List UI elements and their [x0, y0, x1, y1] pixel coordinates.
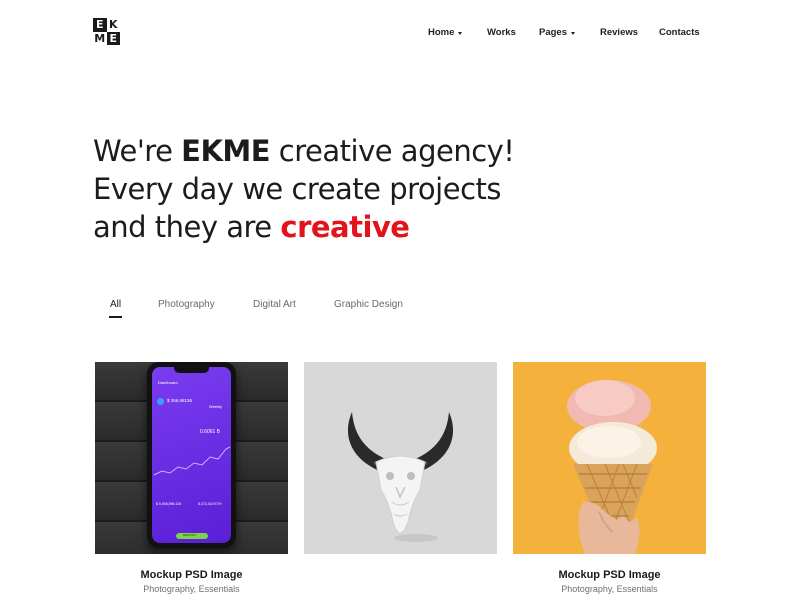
hero-text: creative agency! [270, 134, 515, 168]
nav-item-label: Reviews [600, 27, 639, 38]
phone-notch [174, 367, 209, 373]
phone-device: Dashboard $ 356,68136 Weekly 0.6061 B $ … [147, 362, 236, 548]
filter-digital-art[interactable]: Digital Art [253, 299, 296, 310]
screen-foot-right: 8,472,419 ETH [198, 502, 222, 506]
nav-item-works[interactable]: Works [487, 27, 516, 38]
ice-cream-graphic [567, 380, 657, 554]
nav-item-label: Works [487, 27, 516, 38]
portfolio-card[interactable]: Dashboard $ 356,68136 Weekly 0.6061 B $ … [95, 362, 288, 594]
ice-cream-image[interactable] [513, 362, 706, 554]
nav-item-label: Pages [539, 27, 567, 38]
nav-item-home[interactable]: Home [428, 27, 463, 38]
coin-icon [157, 398, 164, 405]
deposit-label: DEPOSIT [183, 533, 197, 537]
screen-stat: 0.6061 B [200, 429, 221, 435]
bull-skull-graphic [347, 412, 454, 542]
portfolio-card[interactable] [304, 362, 497, 554]
portfolio-card[interactable]: Mockup PSD Image Photography, Essentials [513, 362, 706, 594]
hero-brand-name: EKME [181, 134, 271, 168]
hero-accent-word: creative [280, 210, 410, 244]
nav-item-label: Home [428, 27, 455, 38]
screen-foot-left: $ 5,065,596.105 [156, 502, 182, 506]
chevron-down-icon [458, 31, 463, 35]
chevron-down-icon [571, 31, 575, 35]
card-categories: Photography, Essentials [143, 584, 240, 594]
filter-all[interactable]: All [110, 299, 121, 310]
screen-amount: $ 356,68136 [167, 398, 193, 403]
bull-skull-image[interactable] [304, 362, 497, 554]
screen-header: Dashboard [158, 380, 178, 385]
filter-photography[interactable]: Photography [158, 299, 215, 310]
nav-item-contacts[interactable]: Contacts [659, 27, 700, 38]
phone-mockup-image[interactable]: Dashboard $ 356,68136 Weekly 0.6061 B $ … [95, 362, 288, 554]
active-filter-indicator [109, 316, 122, 318]
phone-screen: Dashboard $ 356,68136 Weekly 0.6061 B $ … [152, 367, 231, 543]
line-chart-graphic [153, 446, 231, 476]
nav-item-pages[interactable]: Pages [539, 27, 575, 38]
screen-period: Weekly [209, 404, 223, 409]
card-title[interactable]: Mockup PSD Image [95, 569, 288, 581]
hero-line-2: Every day we create projects [93, 172, 502, 206]
hero-heading: We're EKME creative agency! Every day we… [93, 132, 653, 246]
main-nav: Home Works Pages Reviews Contacts [0, 27, 800, 41]
nav-item-reviews[interactable]: Reviews [600, 27, 638, 38]
nav-item-label: Contacts [659, 27, 700, 38]
card-categories: Photography, Essentials [561, 584, 658, 594]
hero-line-1: We're EKME creative agency! [93, 132, 653, 170]
hero-text: and they are [93, 210, 281, 244]
hero-line-3: and they are creative [93, 208, 653, 246]
hero-text: We're [93, 134, 182, 168]
filter-graphic-design[interactable]: Graphic Design [334, 299, 403, 310]
card-title[interactable]: Mockup PSD Image [513, 569, 706, 581]
